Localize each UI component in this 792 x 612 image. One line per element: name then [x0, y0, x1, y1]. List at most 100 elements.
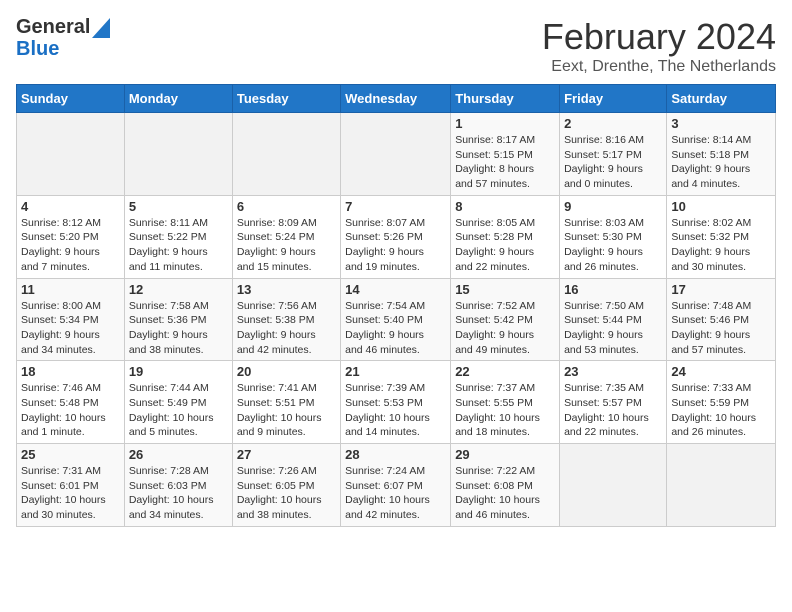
day-number: 28 [345, 447, 446, 462]
day-info: Sunrise: 7:44 AM Sunset: 5:49 PM Dayligh… [129, 381, 228, 440]
table-row: 1 Sunrise: 8:17 AM Sunset: 5:15 PM Daylig… [451, 113, 560, 196]
header: General Blue February 2024 Eext, Drenthe… [16, 16, 776, 76]
day-info: Sunrise: 7:28 AM Sunset: 6:03 PM Dayligh… [129, 464, 228, 523]
table-row: 21 Sunrise: 7:39 AM Sunset: 5:53 PM Dayli… [341, 361, 451, 444]
table-row [341, 113, 451, 196]
table-row: 14 Sunrise: 7:54 AM Sunset: 5:40 PM Dayli… [341, 278, 451, 361]
logo: General Blue [16, 16, 110, 60]
calendar-header-row: Sunday Monday Tuesday Wednesday Thursday… [17, 85, 776, 113]
table-row: 25Sunrise: 7:31 AM Sunset: 6:01 PM Dayli… [17, 444, 125, 527]
header-tuesday: Tuesday [232, 85, 340, 113]
header-sunday: Sunday [17, 85, 125, 113]
table-row: 29 Sunrise: 7:22 AM Sunset: 6:08 PM Dayli… [451, 444, 560, 527]
day-info: Sunrise: 8:09 AM Sunset: 5:24 PM Dayligh… [237, 216, 336, 275]
day-info: Sunrise: 7:39 AM Sunset: 5:53 PM Dayligh… [345, 381, 446, 440]
table-row: 22Sunrise: 7:37 AM Sunset: 5:55 PM Dayli… [451, 361, 560, 444]
day-info: Sunrise: 7:54 AM Sunset: 5:40 PM Dayligh… [345, 299, 446, 358]
table-row: 2 Sunrise: 8:16 AM Sunset: 5:17 PM Daylig… [560, 113, 667, 196]
table-row: 23Sunrise: 7:35 AM Sunset: 5:57 PM Dayli… [560, 361, 667, 444]
table-row: 20Sunrise: 7:41 AM Sunset: 5:51 PM Dayli… [232, 361, 340, 444]
day-number: 26 [129, 447, 228, 462]
day-info: Sunrise: 7:26 AM Sunset: 6:05 PM Dayligh… [237, 464, 336, 523]
day-number: 4 [21, 199, 120, 214]
day-number: 16 [564, 282, 662, 297]
week-row-4: 25Sunrise: 7:31 AM Sunset: 6:01 PM Dayli… [17, 444, 776, 527]
day-number: 12 [129, 282, 228, 297]
day-number: 13 [237, 282, 336, 297]
day-info: Sunrise: 7:58 AM Sunset: 5:36 PM Dayligh… [129, 299, 228, 358]
table-row [124, 113, 232, 196]
table-row: 19 Sunrise: 7:44 AM Sunset: 5:49 PM Dayli… [124, 361, 232, 444]
calendar-table: Sunday Monday Tuesday Wednesday Thursday… [16, 84, 776, 527]
month-title: February 2024 [542, 16, 776, 58]
day-number: 14 [345, 282, 446, 297]
day-number: 7 [345, 199, 446, 214]
day-number: 10 [671, 199, 771, 214]
day-info: Sunrise: 7:50 AM Sunset: 5:44 PM Dayligh… [564, 299, 662, 358]
table-row: 6 Sunrise: 8:09 AM Sunset: 5:24 PM Daylig… [232, 195, 340, 278]
day-number: 17 [671, 282, 771, 297]
day-info: Sunrise: 7:52 AM Sunset: 5:42 PM Dayligh… [455, 299, 555, 358]
day-number: 19 [129, 364, 228, 379]
table-row: 26 Sunrise: 7:28 AM Sunset: 6:03 PM Dayli… [124, 444, 232, 527]
day-info: Sunrise: 7:22 AM Sunset: 6:08 PM Dayligh… [455, 464, 555, 523]
table-row [667, 444, 776, 527]
table-row: 16 Sunrise: 7:50 AM Sunset: 5:44 PM Dayli… [560, 278, 667, 361]
day-number: 3 [671, 116, 771, 131]
title-block: February 2024 Eext, Drenthe, The Netherl… [542, 16, 776, 76]
day-info: Sunrise: 8:17 AM Sunset: 5:15 PM Dayligh… [455, 133, 555, 192]
table-row: 15 Sunrise: 7:52 AM Sunset: 5:42 PM Dayli… [451, 278, 560, 361]
table-row [232, 113, 340, 196]
day-number: 9 [564, 199, 662, 214]
header-thursday: Thursday [451, 85, 560, 113]
table-row: 3 Sunrise: 8:14 AM Sunset: 5:18 PM Daylig… [667, 113, 776, 196]
day-number: 8 [455, 199, 555, 214]
day-info: Sunrise: 7:46 AM Sunset: 5:48 PM Dayligh… [21, 381, 120, 440]
day-number: 21 [345, 364, 446, 379]
day-number: 2 [564, 116, 662, 131]
day-info: Sunrise: 7:24 AM Sunset: 6:07 PM Dayligh… [345, 464, 446, 523]
logo-triangle-icon [92, 18, 110, 38]
table-row: 13 Sunrise: 7:56 AM Sunset: 5:38 PM Dayli… [232, 278, 340, 361]
day-number: 27 [237, 447, 336, 462]
day-number: 15 [455, 282, 555, 297]
day-number: 25 [21, 447, 120, 462]
day-info: Sunrise: 8:02 AM Sunset: 5:32 PM Dayligh… [671, 216, 771, 275]
day-number: 29 [455, 447, 555, 462]
logo-blue: Blue [16, 38, 90, 60]
day-info: Sunrise: 7:56 AM Sunset: 5:38 PM Dayligh… [237, 299, 336, 358]
day-number: 23 [564, 364, 662, 379]
day-info: Sunrise: 8:14 AM Sunset: 5:18 PM Dayligh… [671, 133, 771, 192]
day-number: 11 [21, 282, 120, 297]
day-info: Sunrise: 8:12 AM Sunset: 5:20 PM Dayligh… [21, 216, 120, 275]
header-friday: Friday [560, 85, 667, 113]
week-row-3: 18 Sunrise: 7:46 AM Sunset: 5:48 PM Dayli… [17, 361, 776, 444]
table-row: 9Sunrise: 8:03 AM Sunset: 5:30 PM Daylig… [560, 195, 667, 278]
table-row: 27 Sunrise: 7:26 AM Sunset: 6:05 PM Dayli… [232, 444, 340, 527]
logo-text: General Blue [16, 16, 90, 60]
table-row: 12 Sunrise: 7:58 AM Sunset: 5:36 PM Dayli… [124, 278, 232, 361]
week-row-1: 4 Sunrise: 8:12 AM Sunset: 5:20 PM Daylig… [17, 195, 776, 278]
day-info: Sunrise: 7:41 AM Sunset: 5:51 PM Dayligh… [237, 381, 336, 440]
table-row: 18 Sunrise: 7:46 AM Sunset: 5:48 PM Dayli… [17, 361, 125, 444]
day-info: Sunrise: 8:05 AM Sunset: 5:28 PM Dayligh… [455, 216, 555, 275]
logo-general: General [16, 16, 90, 38]
day-info: Sunrise: 7:48 AM Sunset: 5:46 PM Dayligh… [671, 299, 771, 358]
day-number: 1 [455, 116, 555, 131]
day-number: 6 [237, 199, 336, 214]
location-title: Eext, Drenthe, The Netherlands [542, 58, 776, 76]
day-info: Sunrise: 8:16 AM Sunset: 5:17 PM Dayligh… [564, 133, 662, 192]
header-monday: Monday [124, 85, 232, 113]
table-row: 10 Sunrise: 8:02 AM Sunset: 5:32 PM Dayli… [667, 195, 776, 278]
table-row: 8 Sunrise: 8:05 AM Sunset: 5:28 PM Daylig… [451, 195, 560, 278]
day-info: Sunrise: 7:33 AM Sunset: 5:59 PM Dayligh… [671, 381, 771, 440]
day-number: 18 [21, 364, 120, 379]
header-saturday: Saturday [667, 85, 776, 113]
table-row [560, 444, 667, 527]
table-row [17, 113, 125, 196]
week-row-0: 1 Sunrise: 8:17 AM Sunset: 5:15 PM Daylig… [17, 113, 776, 196]
table-row: 7Sunrise: 8:07 AM Sunset: 5:26 PM Daylig… [341, 195, 451, 278]
day-number: 5 [129, 199, 228, 214]
table-row: 5Sunrise: 8:11 AM Sunset: 5:22 PM Daylig… [124, 195, 232, 278]
day-number: 22 [455, 364, 555, 379]
